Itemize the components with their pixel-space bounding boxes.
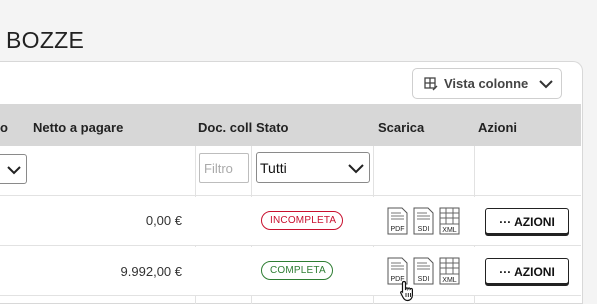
xml-icon[interactable]: XML bbox=[439, 257, 460, 285]
stato-filter-select[interactable]: Tutti bbox=[256, 152, 370, 183]
chevron-down-icon bbox=[348, 164, 364, 174]
more-dots-icon: ··· bbox=[499, 215, 515, 229]
svg-text:XML: XML bbox=[442, 277, 457, 284]
hand-cursor-icon bbox=[400, 280, 413, 302]
actions-button-label: AZIONI bbox=[514, 215, 555, 229]
actions-button-label: AZIONI bbox=[514, 265, 555, 279]
header-stato[interactable]: Stato bbox=[256, 120, 289, 135]
header-doc[interactable]: Doc. coll bbox=[198, 120, 252, 135]
actions-button[interactable]: ··· AZIONI bbox=[485, 208, 569, 234]
columns-view-button[interactable]: Vista colonne bbox=[412, 68, 562, 99]
more-dots-icon: ··· bbox=[499, 265, 515, 279]
header-netto[interactable]: Netto a pagare bbox=[33, 120, 123, 135]
page-title: BOZZE bbox=[6, 27, 85, 53]
svg-text:SDI: SDI bbox=[418, 226, 430, 233]
table-header: o Netto a pagare Doc. coll Stato Scarica… bbox=[0, 104, 581, 146]
netto-value: 0,00 € bbox=[145, 213, 182, 228]
svg-text:SDI: SDI bbox=[418, 276, 430, 283]
header-partial-column: o bbox=[0, 120, 8, 135]
pdf-icon[interactable]: PDF bbox=[387, 207, 408, 235]
status-badge: INCOMPLETA bbox=[261, 211, 343, 230]
header-azioni: Azioni bbox=[478, 120, 517, 135]
netto-value: 9.992,00 € bbox=[120, 264, 182, 279]
doc-filter-input[interactable] bbox=[199, 153, 249, 183]
header-scarica: Scarica bbox=[378, 120, 425, 135]
actions-button[interactable]: ··· AZIONI bbox=[485, 258, 569, 284]
pdf-icon-label: PDF bbox=[391, 226, 405, 233]
chevron-down-icon bbox=[7, 166, 21, 175]
xml-icon[interactable]: XML bbox=[439, 207, 460, 235]
partial-column-filter-select[interactable] bbox=[0, 154, 27, 184]
stato-filter-value: Tutti bbox=[260, 160, 287, 176]
svg-text:XML: XML bbox=[442, 227, 457, 234]
columns-view-label: Vista colonne bbox=[444, 76, 529, 91]
sdi-icon[interactable]: SDI bbox=[413, 207, 434, 235]
chevron-down-icon bbox=[539, 80, 553, 89]
status-badge: COMPLETA bbox=[261, 261, 333, 280]
columns-icon bbox=[424, 76, 438, 90]
